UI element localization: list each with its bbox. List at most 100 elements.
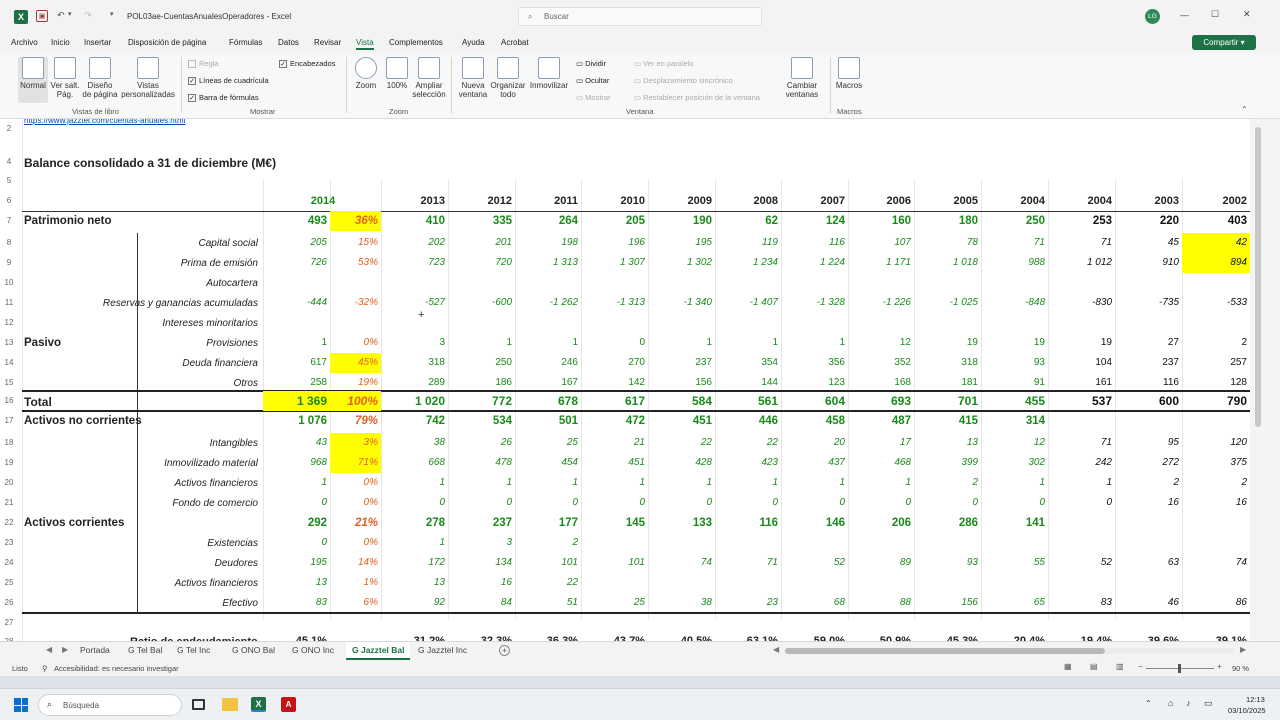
- add-sheet-icon[interactable]: +: [499, 645, 510, 656]
- data-cell[interactable]: [715, 573, 781, 593]
- data-cell[interactable]: 133: [648, 513, 715, 533]
- data-cell[interactable]: 71: [1048, 233, 1115, 253]
- data-cell[interactable]: 1: [381, 473, 448, 493]
- data-cell[interactable]: [263, 273, 330, 293]
- data-cell[interactable]: 1: [848, 473, 914, 493]
- collapse-ribbon-icon[interactable]: ⌃: [1241, 105, 1248, 114]
- data-cell[interactable]: 0: [581, 333, 648, 353]
- data-cell[interactable]: [648, 573, 715, 593]
- row-number[interactable]: 23: [0, 538, 18, 547]
- data-cell[interactable]: 86: [1182, 593, 1250, 613]
- excel-taskbar-icon[interactable]: X: [251, 697, 266, 712]
- data-cell[interactable]: -444: [263, 293, 330, 313]
- data-cell[interactable]: 272: [1115, 453, 1182, 473]
- data-cell[interactable]: [781, 573, 848, 593]
- data-cell[interactable]: 53%: [330, 253, 381, 273]
- data-cell[interactable]: 501: [515, 411, 581, 431]
- row-label[interactable]: Activos financieros: [175, 578, 258, 589]
- data-cell[interactable]: 195: [263, 553, 330, 573]
- data-cell[interactable]: 13: [263, 573, 330, 593]
- volume-icon[interactable]: ♪: [1186, 698, 1191, 708]
- data-cell[interactable]: 1 020: [381, 391, 448, 411]
- row-number[interactable]: 22: [0, 518, 18, 527]
- data-cell[interactable]: 14%: [330, 553, 381, 573]
- data-cell[interactable]: [381, 273, 448, 293]
- data-cell[interactable]: [648, 313, 715, 333]
- data-cell[interactable]: 237: [648, 353, 715, 373]
- data-cell[interactable]: 101: [581, 553, 648, 573]
- data-cell[interactable]: 1 012: [1048, 253, 1115, 273]
- row-label[interactable]: Autocartera: [206, 278, 258, 289]
- split-button[interactable]: ▭ Dividir: [576, 59, 606, 68]
- data-cell[interactable]: 1: [515, 333, 581, 353]
- data-cell[interactable]: 21: [581, 433, 648, 453]
- data-cell[interactable]: -533: [1182, 293, 1250, 313]
- data-cell[interactable]: 668: [381, 453, 448, 473]
- row-label[interactable]: Deuda financiera: [182, 358, 258, 369]
- data-cell[interactable]: 1: [448, 473, 515, 493]
- zoom-level[interactable]: 90 %: [1232, 664, 1249, 673]
- data-cell[interactable]: 1: [448, 333, 515, 353]
- data-cell[interactable]: 617: [581, 391, 648, 411]
- data-cell[interactable]: 116: [715, 513, 781, 533]
- data-cell[interactable]: 2: [1182, 473, 1250, 493]
- data-cell[interactable]: 1%: [330, 573, 381, 593]
- data-cell[interactable]: 375: [1182, 453, 1250, 473]
- tray-chevron-icon[interactable]: ⌃: [1145, 699, 1152, 708]
- data-cell[interactable]: 13: [381, 573, 448, 593]
- zoom-100-button[interactable]: 100%: [384, 57, 410, 90]
- row-number[interactable]: 2: [0, 124, 18, 133]
- data-cell[interactable]: [1115, 411, 1182, 431]
- data-cell[interactable]: 278: [381, 513, 448, 533]
- data-cell[interactable]: 472: [581, 411, 648, 431]
- data-cell[interactable]: 71: [715, 553, 781, 573]
- data-cell[interactable]: 237: [1115, 353, 1182, 373]
- row-number[interactable]: 26: [0, 598, 18, 607]
- data-cell[interactable]: [1048, 513, 1115, 533]
- task-view-icon[interactable]: [192, 699, 205, 710]
- data-cell[interactable]: 19: [914, 333, 981, 353]
- data-cell[interactable]: 701: [914, 391, 981, 411]
- zoom-in-icon[interactable]: +: [1217, 662, 1222, 671]
- data-cell[interactable]: 250: [448, 353, 515, 373]
- data-cell[interactable]: [263, 313, 330, 333]
- data-cell[interactable]: 45: [1115, 233, 1182, 253]
- data-cell[interactable]: 23: [715, 593, 781, 613]
- row-label[interactable]: Capital social: [199, 238, 258, 249]
- data-cell[interactable]: 399: [914, 453, 981, 473]
- horizontal-scrollbar[interactable]: [785, 648, 1235, 654]
- spreadsheet-grid[interactable]: 2 4 5 6 7 8 9 10 11 12 13 14 15 16 17 18 19 20 21 22 23 24 25 2…: [0, 119, 1250, 641]
- data-cell[interactable]: [448, 273, 515, 293]
- page-break-button[interactable]: Ver salt. Pág.: [50, 57, 80, 99]
- row-number[interactable]: 18: [0, 438, 18, 447]
- data-cell[interactable]: [781, 533, 848, 553]
- data-cell[interactable]: 104: [1048, 353, 1115, 373]
- data-cell[interactable]: -527: [381, 293, 448, 313]
- zoom-slider-thumb[interactable]: [1178, 664, 1181, 673]
- data-cell[interactable]: 0: [581, 493, 648, 513]
- data-cell[interactable]: [848, 533, 914, 553]
- row-label[interactable]: Activos corrientes: [24, 517, 124, 529]
- data-cell[interactable]: 145: [581, 513, 648, 533]
- data-cell[interactable]: 1 224: [781, 253, 848, 273]
- data-cell[interactable]: [1048, 573, 1115, 593]
- row-number[interactable]: 16: [0, 396, 18, 405]
- year-header[interactable]: 2006: [848, 195, 914, 207]
- row-number[interactable]: 8: [0, 238, 18, 247]
- windows-start-icon[interactable]: [14, 698, 28, 712]
- hscroll-thumb[interactable]: [785, 648, 1105, 654]
- data-cell[interactable]: 93: [981, 353, 1048, 373]
- tab-vista[interactable]: Vista: [356, 38, 374, 50]
- data-cell[interactable]: 119: [715, 233, 781, 253]
- file-explorer-icon[interactable]: [222, 698, 238, 711]
- data-cell[interactable]: [1182, 513, 1250, 533]
- data-cell[interactable]: 100%: [330, 391, 381, 411]
- data-cell[interactable]: 0%: [330, 473, 381, 493]
- data-cell[interactable]: 1 302: [648, 253, 715, 273]
- data-cell[interactable]: [848, 273, 914, 293]
- data-cell[interactable]: 454: [515, 453, 581, 473]
- data-cell[interactable]: [715, 273, 781, 293]
- data-cell[interactable]: 354: [715, 353, 781, 373]
- year-header[interactable]: 2004: [981, 195, 1048, 207]
- data-cell[interactable]: [1048, 533, 1115, 553]
